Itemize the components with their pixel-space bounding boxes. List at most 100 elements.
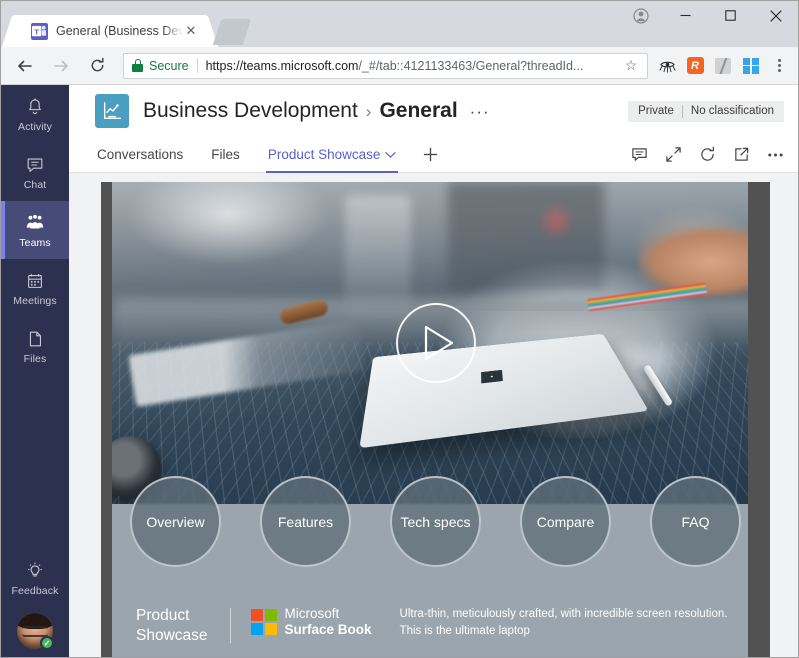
sidebar-item-label: Teams [19,236,51,249]
expand-icon[interactable] [664,146,682,164]
profile-icon[interactable] [627,1,655,30]
play-video-button[interactable] [395,303,476,383]
lock-icon [132,59,143,72]
showcase-nav-circles: Overview Features Tech specs Compare FAQ [112,476,759,567]
product-showcase-panel: Overview Features Tech specs Compare FAQ… [112,476,759,657]
app-rail: Activity Chat Teams Meetings Files Feedb… [1,85,69,657]
svg-text:T: T [34,27,39,36]
rail-bottom: Feedback ✓ [1,560,69,657]
close-icon[interactable]: ✕ [183,23,199,39]
sidebar-item-activity[interactable]: Activity [1,85,69,143]
chat-icon [24,154,46,176]
eye-tracker-icon[interactable] [654,53,680,79]
classification-badge: Private No classification [628,100,784,122]
url-host: https://teams.microsoft.com [205,58,359,73]
chevron-down-icon[interactable] [385,147,397,162]
lightbulb-icon [24,560,46,582]
sidebar-item-label: Meetings [13,294,57,307]
file-icon [24,328,46,350]
browser-menu-icon[interactable] [766,53,792,79]
bell-icon [24,96,46,118]
showcase-circle-overview[interactable]: Overview [130,476,221,567]
breadcrumb: Business Development › General ··· [143,99,490,123]
teams-icon [24,212,46,234]
sidebar-item-label: Files [23,352,47,365]
tab-files[interactable]: Files [209,137,242,172]
feedback-button[interactable]: Feedback [12,560,59,597]
sidebar-item-label: Activity [17,120,53,133]
orange-extension-icon[interactable]: R [682,53,708,79]
feedback-label: Feedback [11,585,59,597]
url-text: https://teams.microsoft.com/_#/tab::4121… [206,59,621,73]
open-in-new-window-icon[interactable] [732,146,750,164]
page-title: General [379,99,458,122]
tab-conversations[interactable]: Conversations [95,137,185,172]
circle-label: FAQ [681,513,710,530]
forward-button[interactable] [46,51,76,81]
more-options-icon[interactable] [766,146,784,164]
back-button[interactable] [10,51,40,81]
circle-label: Overview [146,513,205,530]
circle-label: Features [277,513,334,530]
extension-icons: R [654,53,792,79]
browser-tab[interactable]: T General (Business Develo ✕ [15,15,205,47]
tab-product-showcase[interactable]: Product Showcase [265,137,399,173]
calendar-icon [24,270,46,292]
refresh-icon[interactable] [698,146,716,164]
orange-extension-glyph: R [686,57,704,74]
browser-titlebar: T General (Business Develo ✕ [1,1,798,47]
sidebar-item-label: Chat [23,178,47,191]
close-window-button[interactable] [753,1,798,30]
sidebar-item-teams[interactable]: Teams [1,201,69,259]
tab-actions [630,137,784,172]
sidebar-item-chat[interactable]: Chat [1,143,69,201]
gray-extension-icon[interactable] [710,53,736,79]
breadcrumb-team[interactable]: Business Development [143,99,358,123]
minimize-button[interactable] [663,1,708,30]
showcase-circle-tech-specs[interactable]: Tech specs [390,476,481,567]
sidebar-item-meetings[interactable]: Meetings [1,259,69,317]
security-status: Secure [149,58,189,73]
reload-button[interactable] [82,51,112,81]
channel-tabs: Conversations Files Product Showcase [69,137,798,173]
url-path: /_#/tab::4121133463/General?threadId... [358,58,584,73]
showcase-circle-faq[interactable]: FAQ [650,476,741,567]
showcase-circle-features[interactable]: Features [260,476,351,567]
embedded-app-frame: Overview Features Tech specs Compare FAQ… [101,182,770,657]
footer-divider [229,608,231,643]
tab-label: Product Showcase [267,147,381,162]
tab-content-area: Overview Features Tech specs Compare FAQ… [69,173,798,657]
avatar[interactable]: ✓ [17,613,54,650]
privacy-label: Private [638,105,674,117]
showcase-title: Product Showcase [136,607,208,644]
showcase-footer: Product Showcase Microsoft Surface Book [136,606,739,645]
tab-strip: T General (Business Develo ✕ [1,1,252,47]
address-divider [196,58,198,73]
tab-label: Conversations [97,147,184,162]
browser-toolbar: Secure https://teams.microsoft.com/_#/ta… [1,47,798,85]
channel-more-options-icon[interactable]: ··· [470,102,490,122]
showcase-description: Ultra-thin, meticulously crafted, with i… [399,608,728,637]
tab-label: Files [211,147,240,162]
team-avatar-icon [95,94,129,128]
window-controls [627,1,798,47]
product-video-thumbnail[interactable] [112,182,759,504]
maximize-button[interactable] [708,1,753,30]
circle-label: Compare [536,513,595,530]
microsoft-surface-book-brand: Microsoft Surface Book [250,606,372,638]
add-tab-button[interactable] [422,137,439,172]
teams-app: Activity Chat Teams Meetings Files Feedb… [1,85,798,657]
frame-scrollbar[interactable] [748,182,759,657]
status-badge: ✓ [40,636,54,650]
new-tab-button[interactable] [212,19,252,45]
brand-company: Microsoft [284,606,340,622]
browser-window: T General (Business Develo ✕ [0,0,799,658]
windows-extension-icon[interactable] [738,53,764,79]
browser-tab-title: General (Business Develo [56,24,183,38]
conversation-icon[interactable] [630,146,648,164]
brand-product: Surface Book [284,622,372,638]
sidebar-item-files[interactable]: Files [1,317,69,375]
address-bar[interactable]: Secure https://teams.microsoft.com/_#/ta… [123,52,648,79]
bookmark-star-icon[interactable]: ☆ [621,57,641,74]
showcase-circle-compare[interactable]: Compare [520,476,611,567]
